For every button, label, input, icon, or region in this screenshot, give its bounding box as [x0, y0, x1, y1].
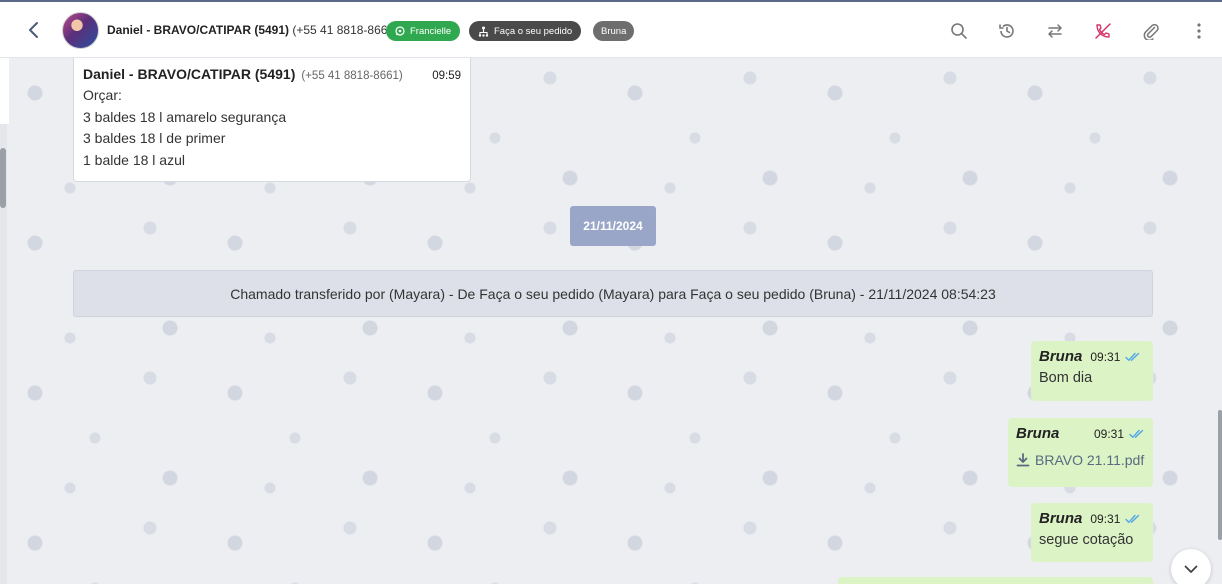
read-receipt	[1125, 514, 1141, 524]
contact-title: Daniel - BRAVO/CATIPAR (5491) (+55 41 88…	[107, 23, 398, 37]
whatsapp-icon	[395, 26, 405, 36]
message-sender: Bruna	[1039, 510, 1083, 527]
search-button[interactable]	[949, 21, 969, 41]
contact-phone: (+55 41 8818-8661)	[289, 23, 399, 37]
file-name: BRAVO 21.11.pdf	[1035, 452, 1145, 468]
quoted-line: Orçar:	[83, 87, 122, 103]
read-receipt	[1129, 429, 1145, 439]
quoted-message-card[interactable]: Daniel - BRAVO/CATIPAR (5491) (+55 41 88…	[73, 58, 471, 182]
outgoing-message[interactable]: Bruna 09:31 segue cotação	[1031, 503, 1153, 562]
attach-icon	[1143, 23, 1159, 40]
chevron-left-icon	[29, 22, 38, 38]
whatsapp-tag-label: Francielle	[410, 25, 452, 37]
left-panel-edge	[0, 58, 9, 124]
transfer-icon	[1048, 24, 1062, 38]
contact-name: Daniel - BRAVO/CATIPAR (5491)	[107, 23, 290, 37]
quoted-time: 09:59	[432, 70, 461, 82]
double-check-icon	[1129, 429, 1144, 438]
chat-scrollbar-thumb[interactable]	[1218, 410, 1222, 540]
queue-tag-label: Faça o seu pedido	[494, 25, 573, 37]
file-download-link[interactable]: BRAVO 21.11.pdf	[1016, 452, 1145, 468]
agent-tag-label: Bruna	[601, 25, 627, 37]
left-scroll-track	[0, 58, 7, 584]
message-time: 09:31	[1093, 426, 1124, 441]
quoted-line: 3 baldes 18 l de primer	[83, 130, 226, 146]
left-scroll-thumb[interactable]	[0, 148, 6, 208]
back-button[interactable]	[22, 18, 46, 42]
message-header: Bruna 09:31	[1039, 348, 1145, 365]
agent-tag[interactable]: Bruna	[593, 21, 635, 41]
quoted-line: 3 baldes 18 l amarelo segurança	[83, 108, 287, 125]
quoted-sender: Daniel - BRAVO/CATIPAR (5491)	[83, 66, 296, 82]
message-text: segue cotação	[1039, 532, 1134, 548]
system-transfer-message: Chamado transferido por (Mayara) - De Fa…	[73, 270, 1153, 317]
history-icon	[999, 24, 1014, 38]
download-icon	[1016, 453, 1030, 467]
end-call-icon	[1095, 23, 1111, 39]
double-check-icon	[1125, 352, 1140, 361]
quoted-phone: (+55 41 8818-8661)	[301, 70, 403, 82]
message-time: 09:31	[1090, 511, 1121, 526]
chevron-down-icon	[1184, 565, 1198, 573]
chat-header: Daniel - BRAVO/CATIPAR (5491) (+55 41 88…	[0, 2, 1222, 58]
queue-tag[interactable]: Faça o seu pedido	[469, 21, 582, 41]
outgoing-file-message[interactable]: Bruna 09:31 BRAVO 21.11.pdf	[1008, 418, 1153, 487]
end-call-button[interactable]	[1093, 21, 1113, 41]
read-receipt	[1125, 352, 1141, 362]
quoted-message-header: Daniel - BRAVO/CATIPAR (5491) (+55 41 88…	[83, 66, 461, 82]
history-button[interactable]	[997, 21, 1017, 41]
outgoing-message-partial[interactable]	[838, 577, 1153, 584]
search-icon	[951, 23, 967, 39]
outgoing-message[interactable]: Bruna 09:31 Bom dia	[1031, 341, 1153, 401]
message-header: Bruna 09:31	[1016, 425, 1145, 442]
transfer-button[interactable]	[1045, 21, 1065, 41]
queue-network-icon	[478, 26, 489, 37]
attach-button[interactable]	[1141, 21, 1161, 41]
scroll-to-bottom-button[interactable]	[1171, 549, 1211, 584]
message-header: Bruna 09:31	[1039, 510, 1145, 527]
message-time: 09:31	[1090, 349, 1121, 364]
message-sender: Bruna	[1039, 348, 1083, 365]
more-vertical-icon	[1197, 23, 1201, 39]
more-options-button[interactable]	[1189, 21, 1209, 41]
message-text: Bom dia	[1039, 370, 1093, 386]
double-check-icon	[1125, 514, 1140, 523]
quoted-line: 1 balde 18 l azul	[83, 151, 185, 168]
message-sender: Bruna	[1016, 425, 1060, 442]
whatsapp-connection-tag[interactable]: Francielle	[386, 21, 461, 41]
quoted-message-body: Orçar: 3 baldes 18 l amarelo segurança 3…	[83, 85, 461, 171]
contact-avatar[interactable]	[62, 12, 99, 49]
date-separator: 21/11/2024	[570, 206, 656, 246]
